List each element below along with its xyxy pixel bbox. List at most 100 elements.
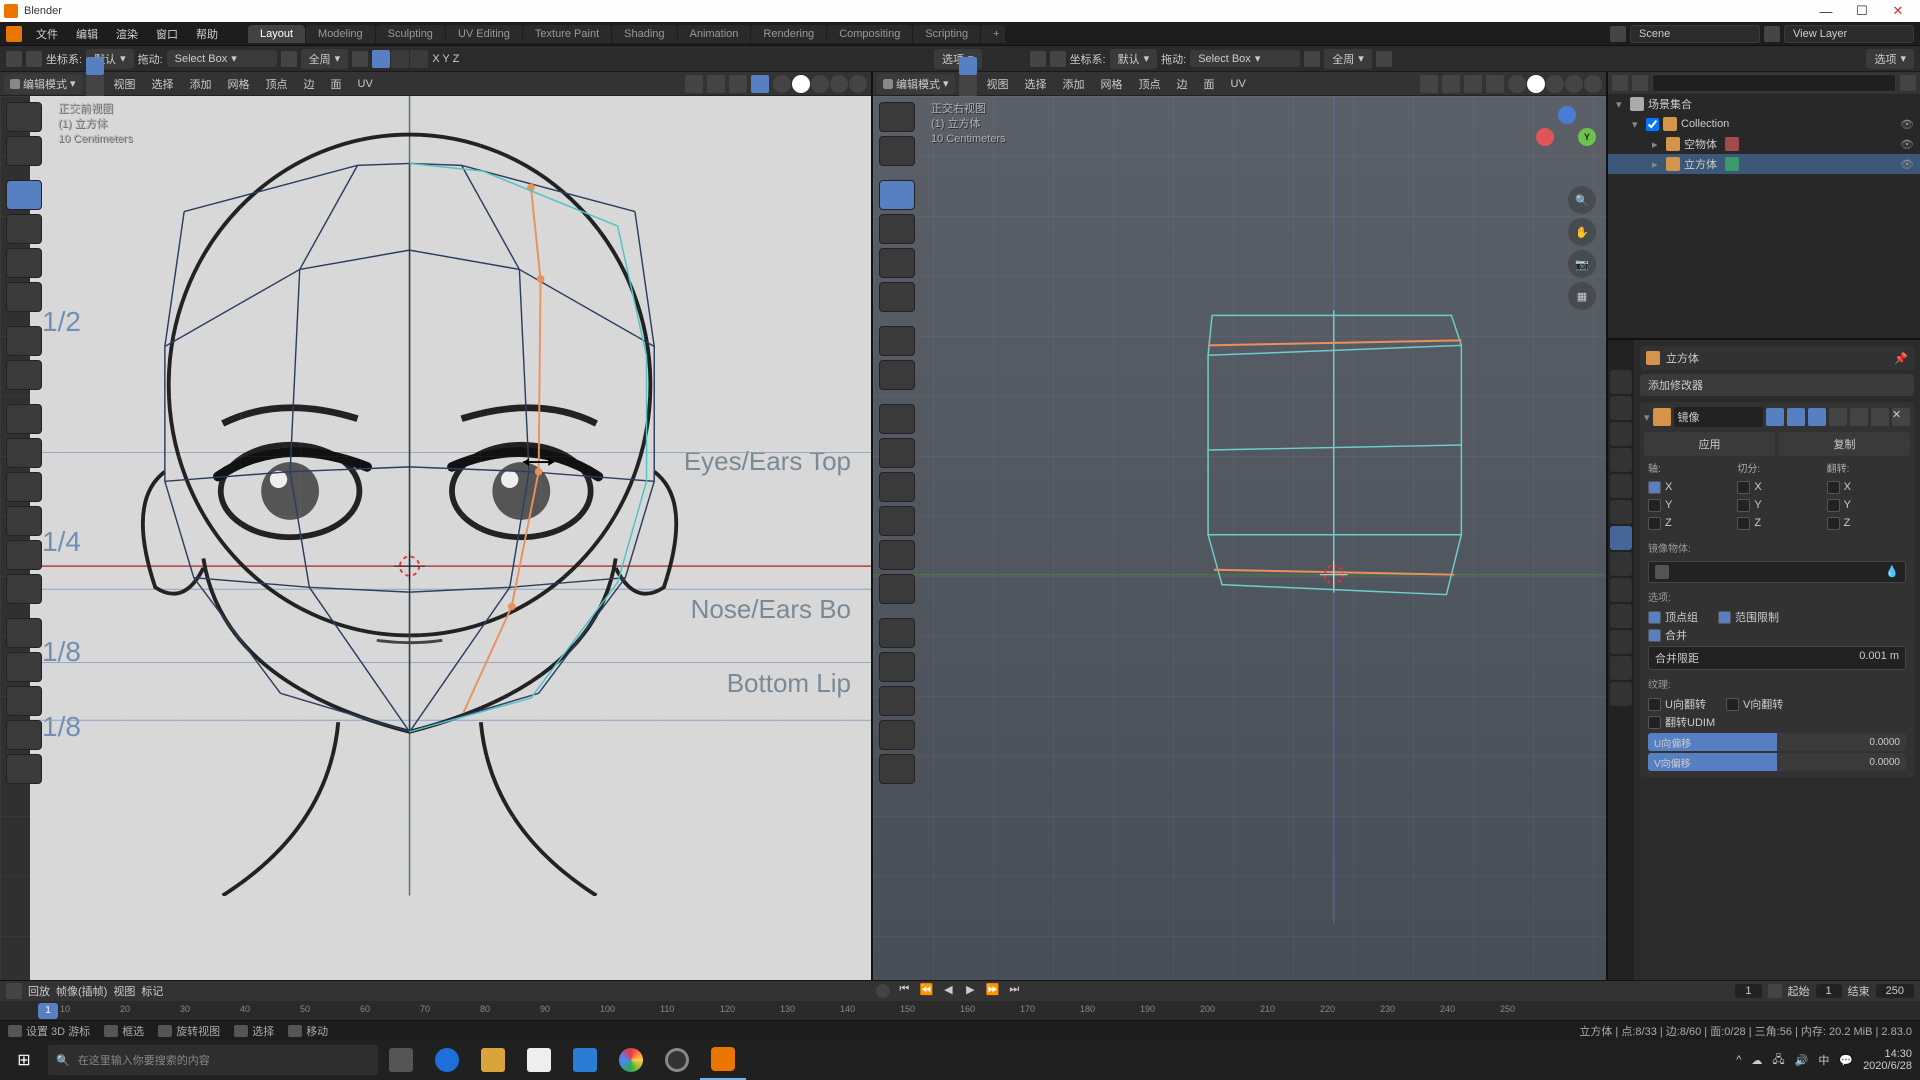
add-modifier-dropdown[interactable]: 添加修改器 (1640, 374, 1914, 396)
tool-shrink-r[interactable] (879, 720, 915, 750)
gizmo-z[interactable] (1558, 106, 1576, 124)
outliner-icon[interactable] (1612, 75, 1628, 91)
nav-camera-icon[interactable]: 📷 (1568, 250, 1596, 278)
flip-y[interactable] (1827, 499, 1840, 512)
bisect-z[interactable] (1737, 517, 1750, 530)
tl-view[interactable]: 视图 (113, 983, 135, 999)
mode-dropdown-r[interactable]: 编辑模式▾ (877, 74, 955, 94)
tool-edgeslide-r[interactable] (879, 686, 915, 716)
viewport-front-body[interactable]: 1/2 1/4 1/8 1/8 Eyes/Ears Top Nose/Ears … (0, 96, 871, 980)
axis-z[interactable] (1648, 517, 1661, 530)
tool-extrude[interactable] (6, 404, 42, 434)
play-rev-icon[interactable]: ◀ (940, 983, 956, 999)
ptab-world[interactable] (1610, 474, 1632, 498)
shading-modes-r[interactable] (1508, 75, 1602, 93)
tab-sculpting[interactable]: Sculpting (376, 25, 445, 43)
clock[interactable]: 14:30 2020/6/28 (1863, 1048, 1912, 1072)
ptab-output[interactable] (1610, 396, 1632, 420)
taskbar-search[interactable]: 🔍 在这里输入你要搜索的内容 (48, 1045, 378, 1075)
visibility-icon-r[interactable] (1420, 75, 1438, 93)
ptab-scene[interactable] (1610, 448, 1632, 472)
tool-spin[interactable] (6, 618, 42, 648)
ptab-texture[interactable] (1610, 682, 1632, 706)
select-mode-dropdown-r[interactable]: Select Box▾ (1190, 50, 1300, 67)
prev-key-icon[interactable]: ⏪ (918, 983, 934, 999)
mod-show-editmode[interactable] (1808, 408, 1826, 426)
window-minimize[interactable]: — (1808, 4, 1844, 19)
timeline-ruler[interactable]: 1 10203040506070809010011012013014015016… (0, 1001, 1920, 1021)
tab-layout[interactable]: Layout (248, 25, 305, 43)
mod-move-up[interactable] (1850, 408, 1868, 426)
tool-loopcut-r[interactable] (879, 506, 915, 536)
gizmo-y[interactable]: Y (1578, 128, 1596, 146)
menu-help[interactable]: 帮助 (188, 26, 226, 42)
tl-keying[interactable]: 帧像(插帧) (56, 983, 107, 999)
start-frame[interactable]: 1 (1816, 984, 1842, 998)
cursor-tool-icon-r[interactable] (1050, 51, 1066, 67)
copy-button[interactable]: 复制 (1779, 432, 1910, 456)
tray-up-icon[interactable]: ^ (1736, 1054, 1741, 1066)
mode-dropdown[interactable]: 编辑模式▾ (4, 74, 82, 94)
ptab-material[interactable] (1610, 656, 1632, 680)
menu-file[interactable]: 文件 (28, 26, 66, 42)
tool-spin-r[interactable] (879, 618, 915, 648)
onedrive-icon[interactable]: ☁ (1751, 1054, 1762, 1067)
tool-move-r[interactable] (879, 180, 915, 210)
pin-icon[interactable]: 📌 (1894, 352, 1908, 365)
current-frame[interactable]: 1 (1735, 984, 1761, 998)
tool-polybuild[interactable] (6, 574, 42, 604)
tool-knife[interactable] (6, 540, 42, 570)
mirror-object-field[interactable]: 💧 (1648, 561, 1906, 583)
tool-shrink[interactable] (6, 720, 42, 750)
vh-edge[interactable]: 边 (298, 76, 321, 92)
task-view-icon[interactable] (378, 1040, 424, 1080)
outliner-scene-collection[interactable]: ▾ 场景集合 (1608, 94, 1920, 114)
tool-smooth[interactable] (6, 652, 42, 682)
tab-compositing[interactable]: Compositing (827, 25, 912, 43)
outliner-filter-icon[interactable] (1900, 75, 1916, 91)
autokey-icon[interactable] (876, 984, 890, 998)
select-mode-dropdown[interactable]: Select Box▾ (167, 50, 277, 67)
volume-icon[interactable]: 🔊 (1795, 1054, 1809, 1067)
tool-rotate[interactable] (6, 214, 42, 244)
tex-udim[interactable] (1648, 716, 1661, 729)
vh-select[interactable]: 选择 (146, 76, 180, 92)
ptab-physics[interactable] (1610, 578, 1632, 602)
tool-select-box[interactable] (6, 102, 42, 132)
chrome-icon[interactable] (608, 1040, 654, 1080)
bisect-x[interactable] (1737, 481, 1750, 494)
snap-toggle-icon[interactable] (281, 51, 297, 67)
flip-z[interactable] (1827, 517, 1840, 530)
overlay-icon[interactable] (729, 75, 747, 93)
menu-edit[interactable]: 编辑 (68, 26, 106, 42)
window-close[interactable]: ✕ (1880, 3, 1916, 19)
ptab-modifiers[interactable] (1610, 526, 1632, 550)
explorer-icon[interactable] (470, 1040, 516, 1080)
next-key-icon[interactable]: ⏩ (984, 983, 1000, 999)
snap-dropdown-r[interactable]: 全周▾ (1324, 49, 1372, 69)
ptab-object[interactable] (1610, 500, 1632, 524)
snap-toggle-icon-r[interactable] (1304, 51, 1320, 67)
axis-x[interactable] (1648, 481, 1661, 494)
tool-extrude-r[interactable] (879, 404, 915, 434)
tool-select-box-r[interactable] (879, 102, 915, 132)
end-frame[interactable]: 250 (1876, 984, 1914, 998)
orientation-dropdown-r[interactable]: 默认▾ (1110, 49, 1158, 69)
tl-playback[interactable]: 回放 (28, 983, 50, 999)
window-maximize[interactable]: ☐ (1844, 3, 1880, 19)
axis-y[interactable] (1648, 499, 1661, 512)
tl-marker[interactable]: 标记 (141, 983, 163, 999)
vh-mesh[interactable]: 网格 (222, 76, 256, 92)
outliner-cube[interactable]: ▸ 立方体 👁 (1608, 154, 1920, 174)
tex-vflip[interactable] (1726, 698, 1739, 711)
editor-type-icon[interactable] (6, 51, 22, 67)
xray-icon-r[interactable] (1486, 75, 1504, 93)
ptab-particles[interactable] (1610, 552, 1632, 576)
tool-scale[interactable] (6, 248, 42, 278)
tool-move[interactable] (6, 180, 42, 210)
tool-scale-r[interactable] (879, 248, 915, 278)
vh-face[interactable]: 面 (325, 76, 348, 92)
axis-constraint[interactable] (372, 50, 428, 68)
nav-zoom-icon[interactable]: 🔍 (1568, 186, 1596, 214)
tool-annotate-r[interactable] (879, 326, 915, 356)
